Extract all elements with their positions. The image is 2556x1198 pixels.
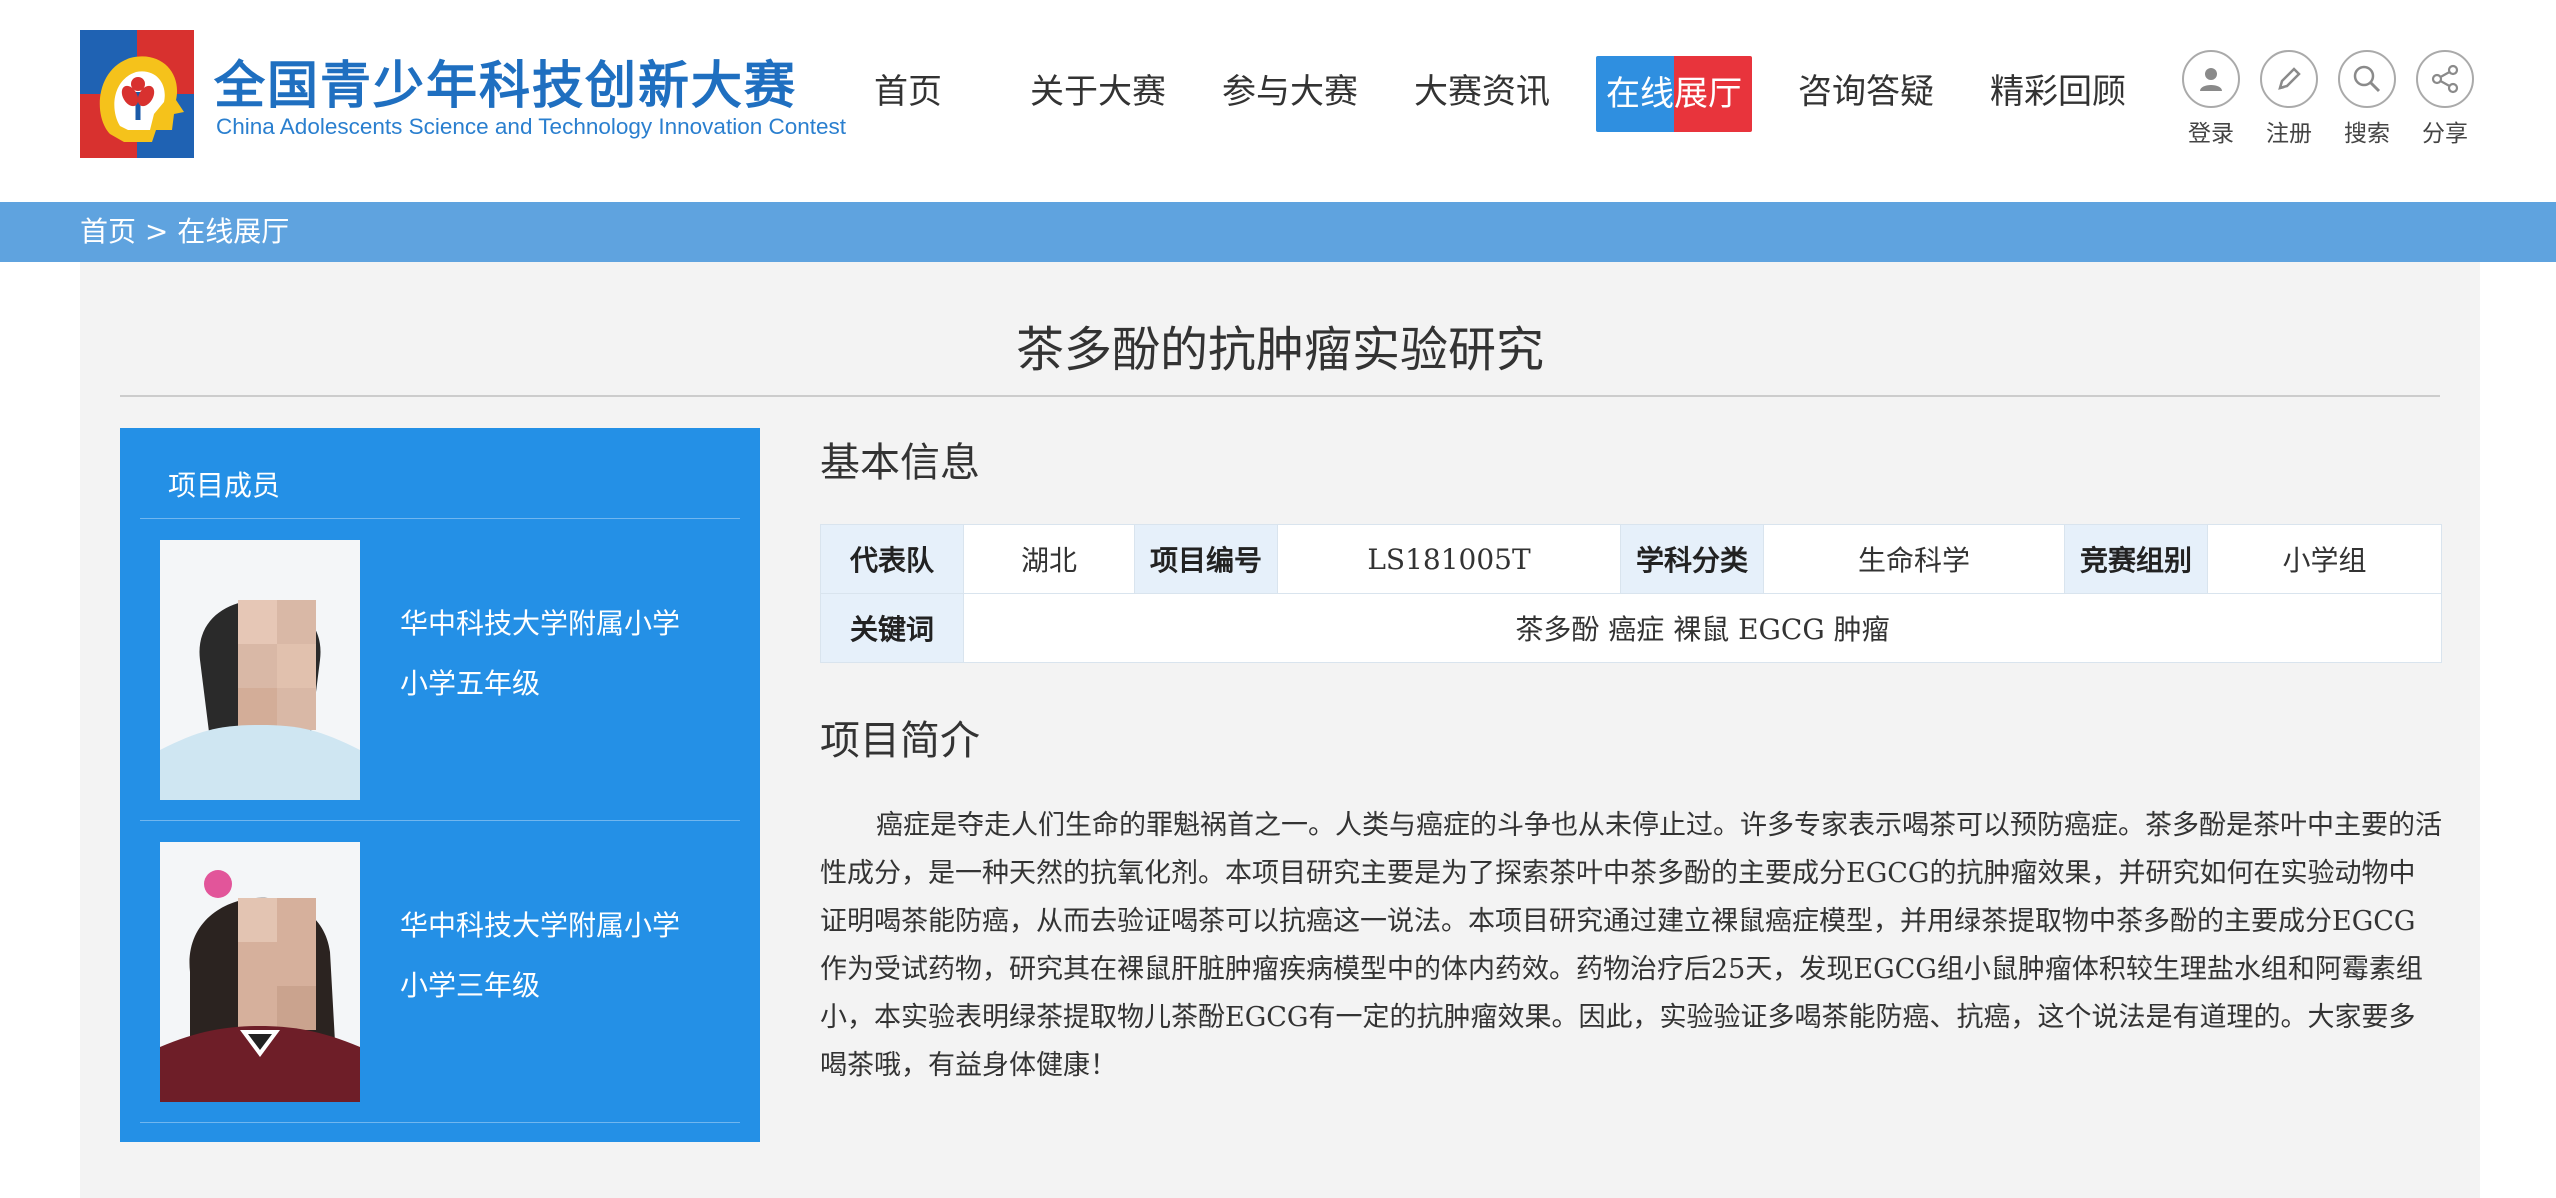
search-label: 搜索 bbox=[2344, 121, 2390, 147]
nav-item-review[interactable]: 精彩回顾 bbox=[1990, 52, 2126, 132]
nav-item-participate[interactable]: 参与大赛 bbox=[1222, 52, 1358, 132]
page-title: 茶多酚的抗肿瘤实验研究 bbox=[1015, 322, 1544, 378]
search-icon bbox=[2338, 50, 2396, 108]
register-button[interactable]: 注册 bbox=[2256, 50, 2322, 148]
nav-item-home[interactable]: 首页 bbox=[874, 52, 942, 132]
members-title: 项目成员 bbox=[168, 469, 281, 502]
nav-item-online-hall[interactable]: 在线展厅 bbox=[1596, 56, 1752, 132]
basic-info-heading: 基本信息 bbox=[820, 440, 980, 486]
nav-item-faq[interactable]: 咨询答疑 bbox=[1798, 52, 1934, 132]
register-label: 注册 bbox=[2266, 121, 2312, 147]
site-header: 全国青少年科技创新大赛 China Adolescents Science an… bbox=[0, 0, 2556, 202]
logo-title-cn: 全国青少年科技创新大赛 bbox=[214, 57, 798, 116]
breadcrumb-home-link[interactable]: 首页 bbox=[80, 215, 136, 248]
table-row: 代表队 湖北 项目编号 LS181005T 学科分类 生命科学 竞赛组别 小学组 bbox=[820, 524, 2442, 594]
user-icon bbox=[2182, 50, 2240, 108]
login-button[interactable]: 登录 bbox=[2178, 50, 2244, 148]
basic-info-table: 代表队 湖北 项目编号 LS181005T 学科分类 生命科学 竞赛组别 小学组… bbox=[820, 524, 2442, 663]
breadcrumb-separator: > bbox=[136, 215, 178, 248]
share-button[interactable]: 分享 bbox=[2412, 50, 2478, 148]
keywords-label: 关键词 bbox=[820, 593, 964, 663]
members-divider bbox=[140, 820, 740, 821]
members-card: 项目成员 华中科技大学附属小学 小学五年级 华中科技大学附属小学 小学三年级 bbox=[120, 428, 760, 1142]
pencil-icon bbox=[2260, 50, 2318, 108]
member-school: 华中科技大学附属小学 bbox=[400, 607, 681, 640]
member-grade: 小学五年级 bbox=[400, 667, 541, 700]
share-icon bbox=[2416, 50, 2474, 108]
group-label: 竞赛组别 bbox=[2064, 524, 2208, 594]
nav-item-news[interactable]: 大赛资讯 bbox=[1414, 52, 1550, 132]
member-item[interactable]: 华中科技大学附属小学 小学三年级 bbox=[120, 842, 760, 1142]
login-label: 登录 bbox=[2188, 121, 2234, 147]
member-school: 华中科技大学附属小学 bbox=[400, 909, 681, 942]
site-logo[interactable]: 全国青少年科技创新大赛 China Adolescents Science an… bbox=[80, 30, 846, 160]
member-grade: 小学三年级 bbox=[400, 969, 541, 1002]
project-id-label: 项目编号 bbox=[1134, 524, 1278, 594]
project-panel: 茶多酚的抗肿瘤实验研究 项目成员 华中科技大学附属小学 小学五年级 华中科技大学… bbox=[80, 262, 2480, 1198]
title-divider bbox=[120, 395, 2440, 397]
logo-title-en: China Adolescents Science and Technology… bbox=[216, 114, 847, 139]
project-id-value: LS181005T bbox=[1277, 524, 1621, 594]
keywords-value: 茶多酚 癌症 裸鼠 EGCG 肿瘤 bbox=[963, 593, 2442, 663]
share-label: 分享 bbox=[2422, 121, 2468, 147]
group-value: 小学组 bbox=[2207, 524, 2442, 594]
subject-label: 学科分类 bbox=[1620, 524, 1764, 594]
intro-heading: 项目简介 bbox=[820, 718, 980, 764]
breadcrumb-current: 在线展厅 bbox=[177, 215, 290, 248]
members-divider bbox=[140, 1122, 740, 1123]
team-value: 湖北 bbox=[963, 524, 1135, 594]
subject-value: 生命科学 bbox=[1763, 524, 2065, 594]
member-photo bbox=[160, 842, 360, 1102]
breadcrumb: 首页 > 在线展厅 bbox=[80, 202, 289, 262]
intro-text: 癌症是夺走人们生命的罪魁祸首之一。人类与癌症的斗争也从未停止过。许多专家表示喝茶… bbox=[820, 810, 2442, 1081]
member-item[interactable]: 华中科技大学附属小学 小学五年级 bbox=[120, 540, 760, 840]
member-photo bbox=[160, 540, 360, 800]
members-divider bbox=[140, 518, 740, 519]
nav-item-about[interactable]: 关于大赛 bbox=[1030, 52, 1166, 132]
breadcrumb-bar: 首页 > 在线展厅 bbox=[0, 202, 2556, 262]
search-button[interactable]: 搜索 bbox=[2334, 50, 2400, 148]
logo-emblem-icon bbox=[80, 30, 194, 158]
table-row: 关键词 茶多酚 癌症 裸鼠 EGCG 肿瘤 bbox=[820, 593, 2442, 663]
team-label: 代表队 bbox=[820, 524, 964, 594]
